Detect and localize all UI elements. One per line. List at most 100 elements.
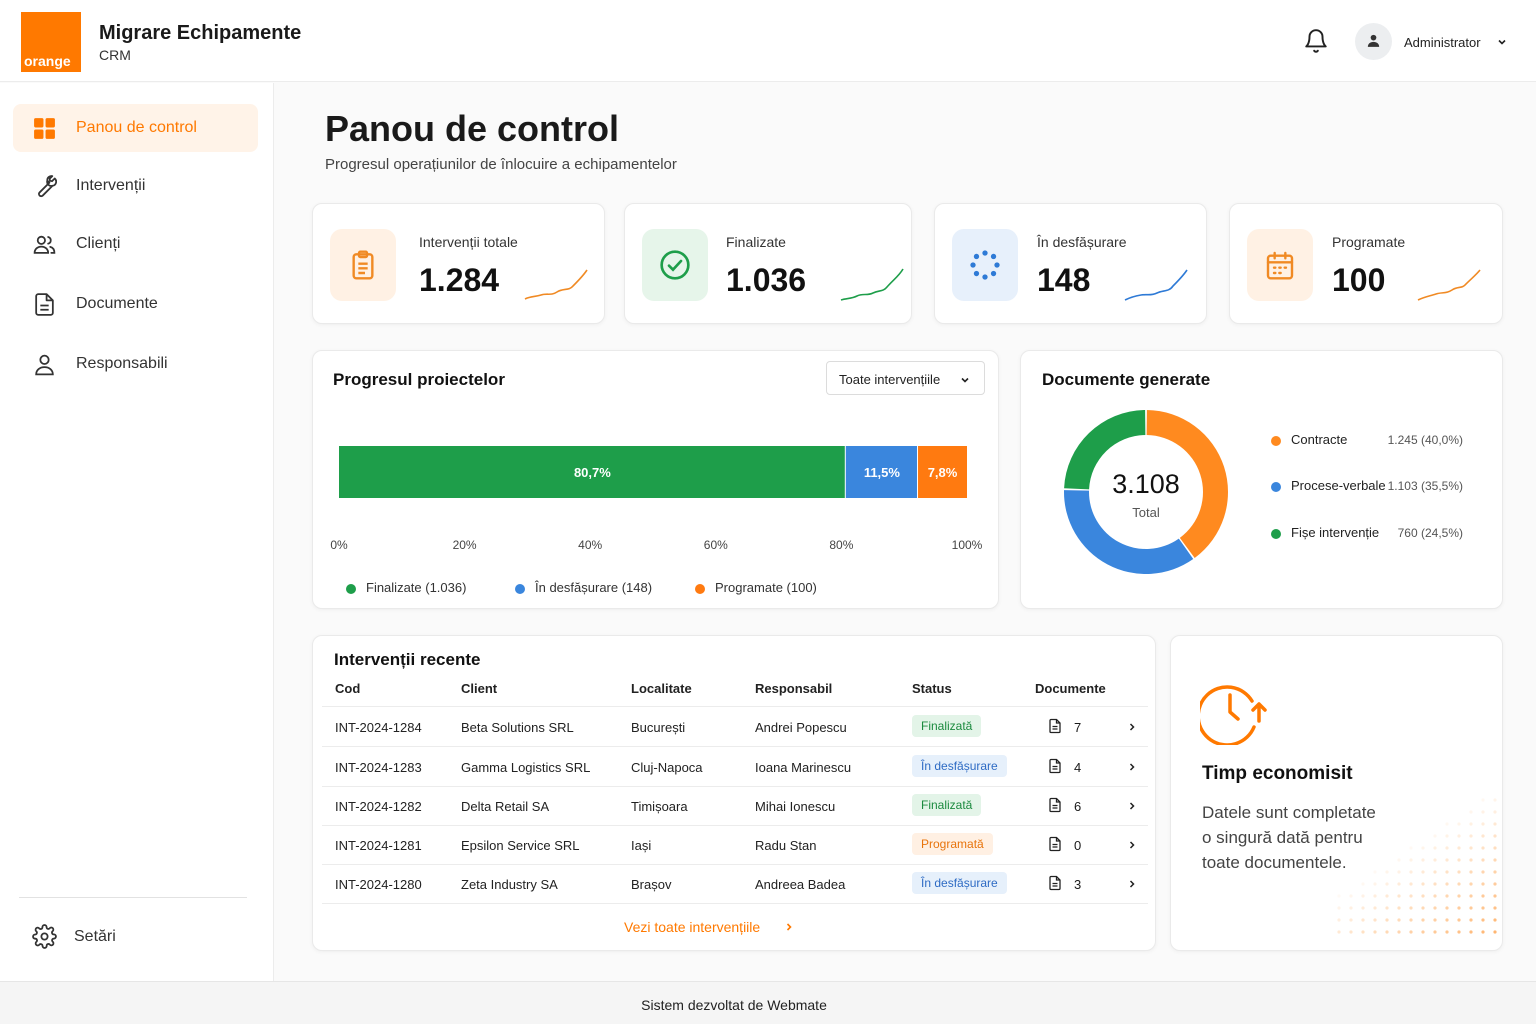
donut-total-label: Total [1132, 505, 1160, 520]
progress-title: Progresul proiectelor [333, 370, 505, 389]
decor-dot [1457, 882, 1461, 886]
legend-dot [1271, 481, 1281, 492]
cell-docs: 7 [1074, 720, 1082, 735]
cell-client: Epsilon Service SRL [461, 838, 580, 853]
cell-code: INT-2024-1280 [335, 877, 422, 892]
decor-dot [1493, 810, 1497, 814]
kpi-label: În desfășurare [1037, 234, 1127, 250]
decor-dot [1397, 930, 1401, 934]
decor-dot [1397, 918, 1401, 922]
table-row[interactable]: INT-2024-1280 Zeta Industry SA Brașov An… [313, 864, 1157, 903]
decor-dot [1397, 882, 1401, 886]
sidebar-item-clients[interactable]: Clienți [13, 220, 258, 268]
cell-city: București [631, 720, 686, 735]
axis-tick-label: 100% [952, 538, 983, 552]
cell-code: INT-2024-1284 [335, 720, 422, 735]
chevron-right-icon[interactable] [1126, 800, 1138, 812]
app-subtitle: CRM [99, 47, 131, 63]
decor-dot [1421, 930, 1425, 934]
sidebar-item-label: Clienți [76, 235, 121, 252]
decor-dot [1361, 894, 1365, 898]
sidebar: Panou de control Intervenții Clienți Doc… [0, 83, 274, 981]
chevron-right-icon[interactable] [1126, 878, 1138, 890]
decor-dot [1337, 906, 1341, 910]
filter-select-value: Toate intervențiile [839, 372, 941, 387]
kpi-card-total[interactable]: Intervenții totale 1.284 [312, 203, 605, 324]
sidebar-item-interventions[interactable]: Intervenții [13, 162, 258, 210]
cell-docs: 3 [1074, 877, 1082, 892]
decor-dot [1481, 846, 1485, 850]
sidebar-item-settings[interactable]: Setări [13, 913, 258, 961]
decor-dot [1481, 870, 1485, 874]
orange-logo[interactable]: orange [21, 12, 81, 72]
chevron-down-icon[interactable] [1496, 36, 1508, 48]
sidebar-divider [19, 897, 247, 898]
table-row[interactable]: INT-2024-1283 Gamma Logistics SRL Cluj-N… [313, 747, 1157, 786]
column-header[interactable]: Cod [335, 681, 360, 696]
column-header[interactable]: Responsabil [755, 681, 832, 696]
chevron-right-icon[interactable] [1126, 721, 1138, 733]
decor-dot [1445, 918, 1449, 922]
column-header[interactable]: Localitate [631, 681, 692, 696]
chevron-right-icon[interactable] [1126, 761, 1138, 773]
chevron-right-icon[interactable] [783, 921, 795, 933]
see-all-interventions-link[interactable]: Vezi toate intervențiile [624, 919, 760, 935]
decor-dot [1493, 798, 1497, 802]
kpi-card-in-progress[interactable]: În desfășurare 148 [934, 203, 1207, 324]
decor-dot [1469, 930, 1473, 934]
sidebar-item-responsible[interactable]: Responsabili [13, 340, 258, 388]
decor-dot [1385, 906, 1389, 910]
table-row[interactable]: INT-2024-1281 Epsilon Service SRL Iași R… [313, 825, 1157, 864]
decor-dot [1397, 858, 1401, 862]
legend-value: 1.245 (40,0%) [1387, 433, 1463, 447]
decor-dot [1409, 918, 1413, 922]
kpi-icon-box [642, 229, 708, 301]
bell-icon[interactable] [1303, 28, 1329, 54]
sidebar-item-label: Panou de control [76, 119, 197, 136]
column-header[interactable]: Client [461, 681, 497, 696]
page-title: Panou de control [325, 108, 620, 149]
table-row[interactable]: INT-2024-1284 Beta Solutions SRL Bucureș… [313, 707, 1157, 746]
decor-dot [1493, 882, 1497, 886]
sidebar-item-dashboard[interactable]: Panou de control [13, 104, 258, 152]
column-header[interactable]: Documente [1035, 681, 1106, 696]
legend-sheets: Fișe intervenție 760 (24,5%) [1271, 525, 1483, 540]
bar-segment-label: 11,5% [864, 465, 901, 480]
chevron-right-icon[interactable] [1126, 839, 1138, 851]
user-menu-label[interactable]: Administrator [1404, 35, 1481, 50]
axis-tick-label: 20% [453, 538, 477, 552]
legend-dot [1271, 435, 1281, 446]
decor-dot [1481, 906, 1485, 910]
legend-in-progress: În desfășurare (148) [515, 580, 652, 595]
column-header[interactable]: Status [912, 681, 952, 696]
status-badge: Finalizată [912, 715, 982, 737]
kpi-card-scheduled[interactable]: Programate 100 [1229, 203, 1503, 324]
decor-dot [1445, 930, 1449, 934]
decor-dot [1349, 918, 1353, 922]
decor-dot [1493, 846, 1497, 850]
decor-dot [1481, 894, 1485, 898]
decor-dot [1469, 858, 1473, 862]
table-row[interactable]: INT-2024-1282 Delta Retail SA Timișoara … [313, 786, 1157, 825]
sidebar-item-documents[interactable]: Documente [13, 280, 258, 328]
clock-arrow-icon [1200, 685, 1267, 745]
decor-dot [1337, 894, 1341, 898]
kpi-value: 1.036 [726, 262, 807, 298]
cell-city: Iași [631, 838, 652, 853]
avatar[interactable] [1355, 23, 1392, 60]
decor-dot [1421, 918, 1425, 922]
legend-dot [695, 583, 705, 594]
recent-interventions-card: Intervenții recente Cod Client Localitat… [312, 635, 1156, 951]
decor-dot [1445, 858, 1449, 862]
decor-dot [1409, 930, 1413, 934]
kpi-card-finished[interactable]: Finalizate 1.036 [624, 203, 912, 324]
legend-reports: Procese-verbale 1.103 (35,5%) [1271, 478, 1483, 493]
decor-dot [1421, 870, 1425, 874]
legend-dot [515, 583, 525, 594]
cell-client: Gamma Logistics SRL [461, 760, 591, 775]
axis-tick-label: 80% [829, 538, 853, 552]
decor-dot [1469, 834, 1473, 838]
decor-dot [1469, 822, 1473, 826]
filter-select[interactable]: Toate intervențiile [826, 361, 985, 395]
decor-dot [1349, 894, 1353, 898]
